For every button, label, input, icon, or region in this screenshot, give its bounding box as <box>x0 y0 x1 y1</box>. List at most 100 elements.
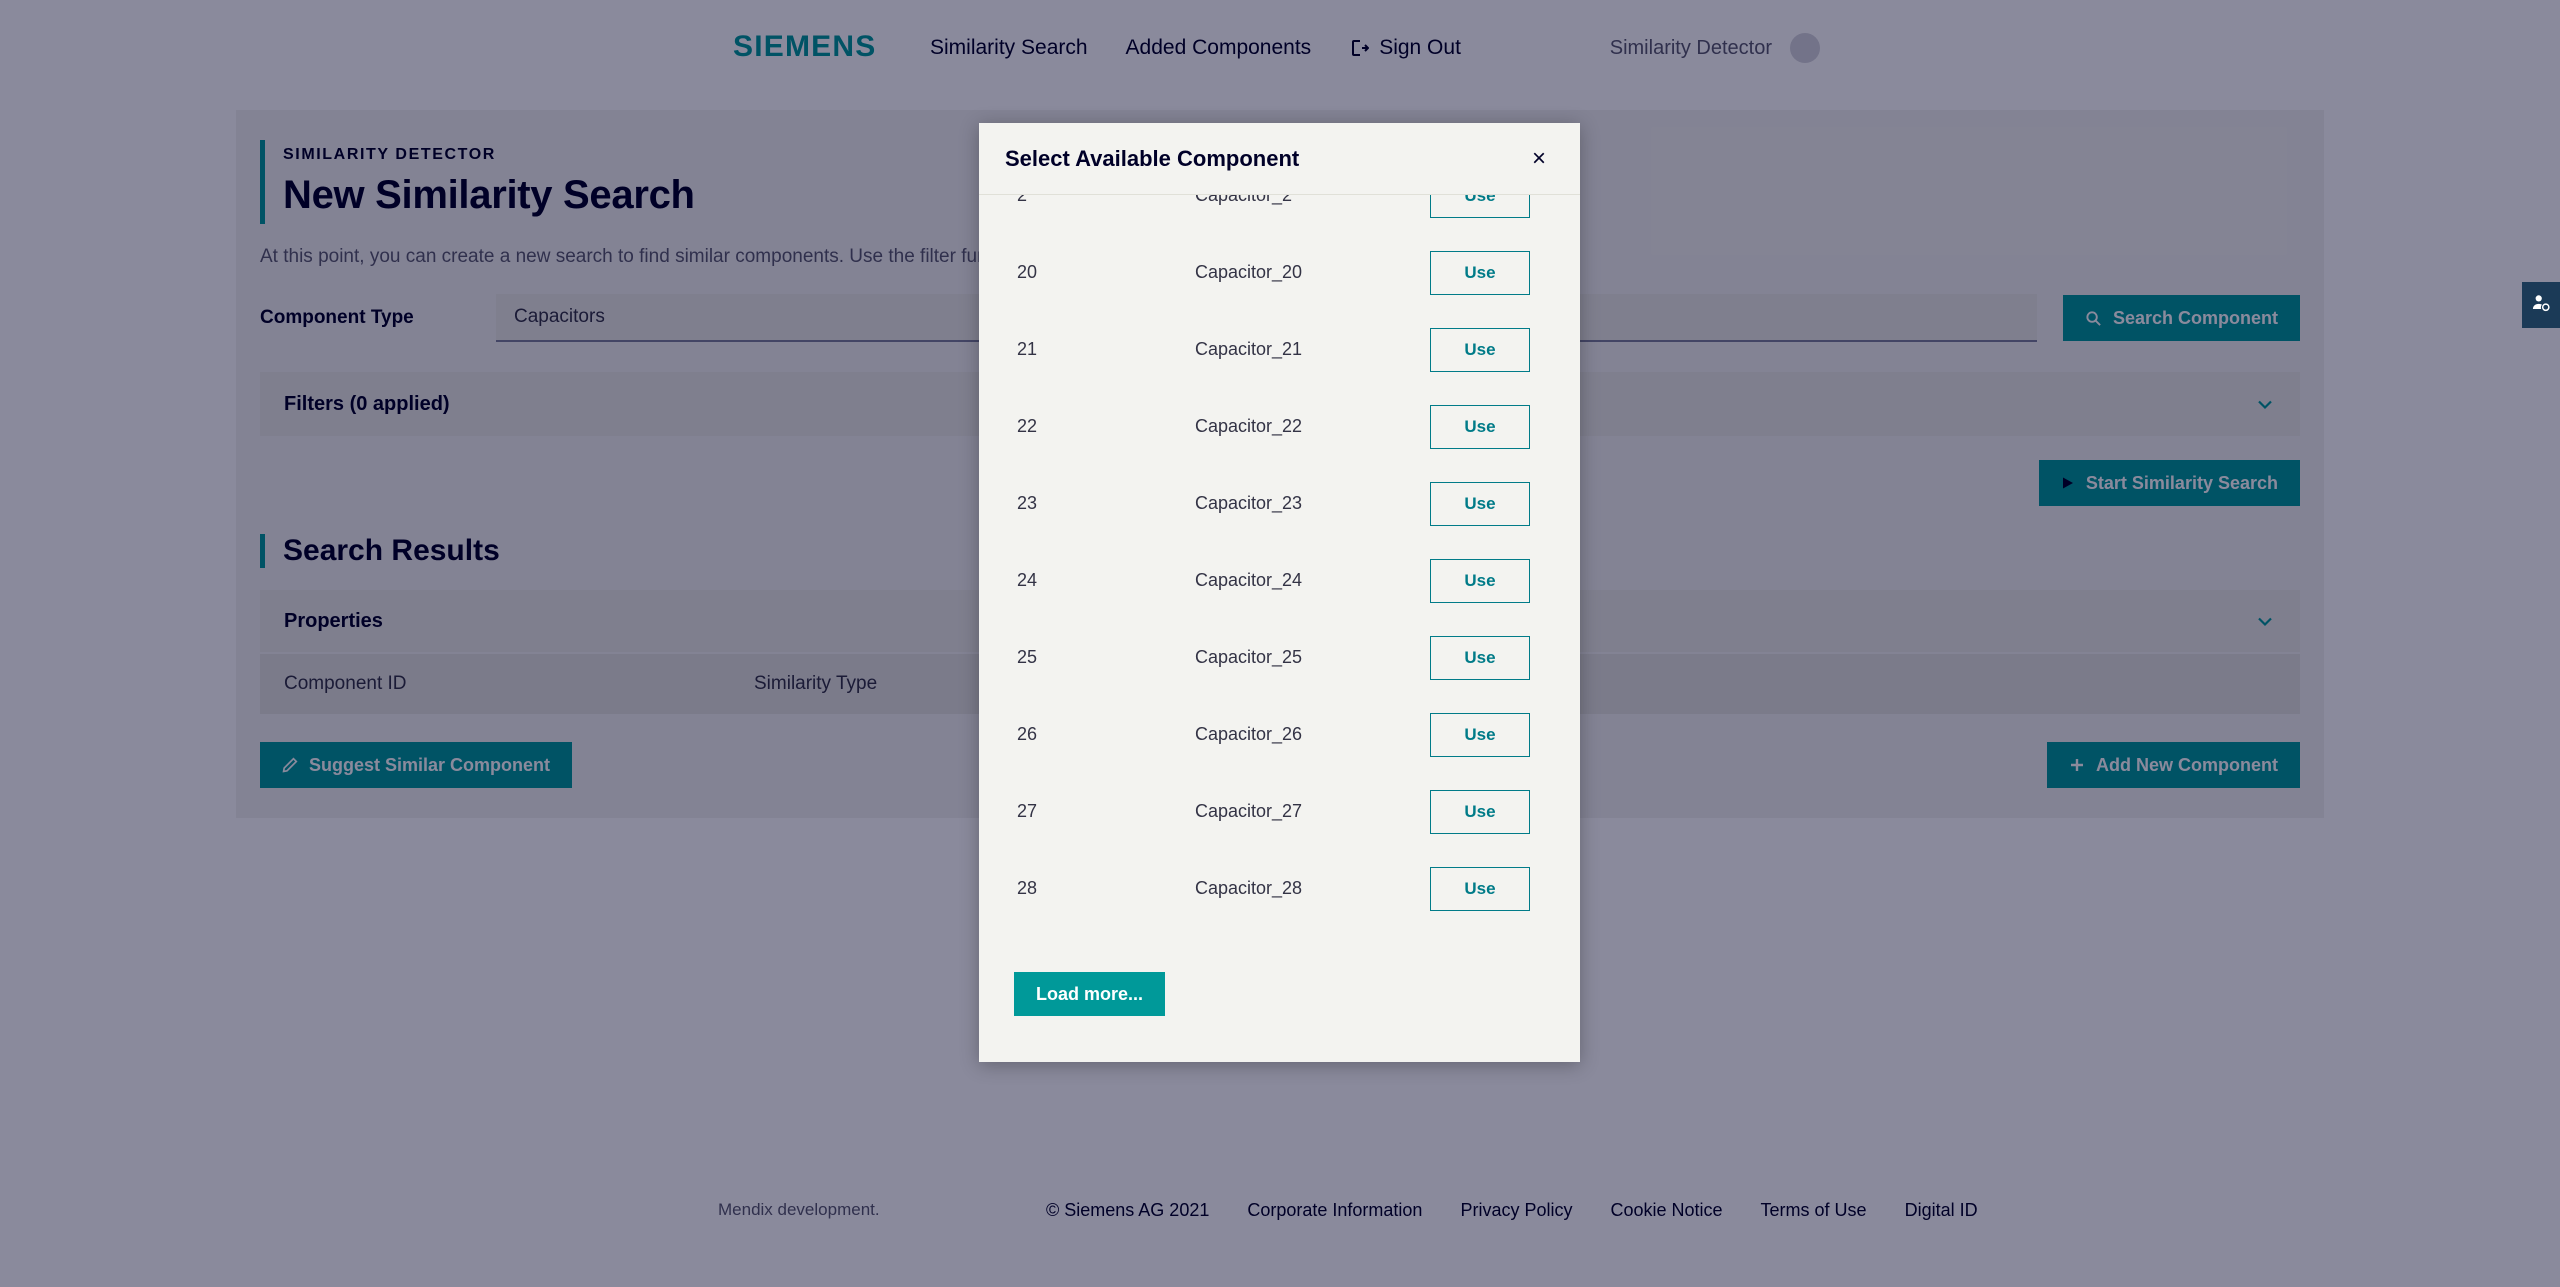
footer-links: © Siemens AG 2021 Corporate Information … <box>1046 1200 1978 1221</box>
component-id: 26 <box>1017 724 1038 744</box>
search-icon <box>2085 310 2102 327</box>
sign-out-icon <box>1349 38 1370 58</box>
start-similarity-search-button[interactable]: Start Similarity Search <box>2038 460 2300 506</box>
component-name: Capacitor_23 <box>1195 493 1303 513</box>
footer-copyright: © Siemens AG 2021 <box>1046 1199 1210 1220</box>
use-button[interactable]: Use <box>1430 195 1530 218</box>
component-id: 23 <box>1017 493 1038 513</box>
footer-link-digital-id[interactable]: Digital ID <box>1905 1200 1978 1221</box>
component-id: 27 <box>1017 801 1038 821</box>
use-button[interactable]: Use <box>1430 712 1530 757</box>
component-id: 2 <box>1017 195 1028 205</box>
component-id: 28 <box>1017 878 1038 898</box>
component-row: 20 Capacitor_20 Use <box>979 234 1580 311</box>
add-new-component-button[interactable]: Add New Component <box>2047 742 2300 788</box>
pencil-icon <box>282 757 298 773</box>
use-button[interactable]: Use <box>1430 866 1530 911</box>
component-row: 22 Capacitor_22 Use <box>979 388 1580 465</box>
footer-link-corporate-information[interactable]: Corporate Information <box>1247 1200 1422 1221</box>
component-action-cell: Use <box>1430 712 1580 757</box>
component-id: 21 <box>1017 339 1038 359</box>
component-id: 22 <box>1017 416 1038 436</box>
column-header-similarity-type: Similarity Type <box>754 673 878 694</box>
nav-item-similarity-search[interactable]: Similarity Search <box>930 36 1088 60</box>
nav-item-label: Added Components <box>1125 36 1312 59</box>
chevron-down-icon[interactable] <box>2254 610 2276 632</box>
nav-item-label: Similarity Search <box>930 36 1088 59</box>
suggest-similar-component-button[interactable]: Suggest Similar Component <box>260 742 573 788</box>
nav-item-sign-out[interactable]: Sign Out <box>1349 36 1461 60</box>
start-similarity-search-label: Start Similarity Search <box>2085 472 2278 493</box>
component-type-label: Component Type <box>260 307 414 328</box>
plus-icon <box>2069 757 2085 773</box>
modal-header: Select Available Component × <box>979 123 1580 195</box>
footer-link-cookie-notice[interactable]: Cookie Notice <box>1610 1200 1722 1221</box>
component-row: 28 Capacitor_28 Use <box>979 850 1580 927</box>
component-row: 21 Capacitor_21 Use <box>979 311 1580 388</box>
footer-link-terms-of-use[interactable]: Terms of Use <box>1761 1200 1867 1221</box>
add-new-component-label: Add New Component <box>2096 754 2278 775</box>
user-settings-icon <box>2530 292 2552 319</box>
search-component-button[interactable]: Search Component <box>2062 295 2300 341</box>
user-settings-tab[interactable] <box>2522 282 2560 328</box>
use-button[interactable]: Use <box>1430 327 1530 372</box>
component-action-cell: Use <box>1430 404 1580 449</box>
component-name: Capacitor_28 <box>1195 878 1303 898</box>
component-action-cell: Use <box>1430 250 1580 295</box>
use-button[interactable]: Use <box>1430 250 1530 295</box>
component-action-cell: Use <box>1430 558 1580 603</box>
chevron-down-icon[interactable] <box>2254 393 2276 415</box>
footer-link-privacy-policy[interactable]: Privacy Policy <box>1460 1200 1572 1221</box>
component-action-cell: Use <box>1430 481 1580 526</box>
use-button[interactable]: Use <box>1430 789 1530 834</box>
component-name: Capacitor_26 <box>1195 724 1303 744</box>
component-id: 25 <box>1017 647 1038 667</box>
siemens-logo: SIEMENS <box>733 30 877 63</box>
account-name: Similarity Detector <box>1609 36 1772 59</box>
component-row: 2 Capacitor_2 Use <box>979 195 1580 234</box>
component-action-cell: Use <box>1430 195 1580 218</box>
component-row: 23 Capacitor_23 Use <box>979 465 1580 542</box>
component-list: 2 Capacitor_2 Use 20 Capacitor_20 Use 21 Capaci… <box>979 195 1580 927</box>
nav-item-added-components[interactable]: Added Components <box>1126 36 1312 60</box>
avatar[interactable] <box>1790 33 1820 63</box>
component-id: 24 <box>1017 570 1038 590</box>
use-button[interactable]: Use <box>1430 635 1530 680</box>
component-name: Capacitor_24 <box>1195 570 1303 590</box>
modal-title: Select Available Component <box>1005 145 1300 171</box>
component-name: Capacitor_20 <box>1195 262 1303 282</box>
search-component-label: Search Component <box>2112 307 2278 328</box>
filters-title: Filters (0 applied) <box>284 392 450 415</box>
nav-item-label: Sign Out <box>1379 36 1461 59</box>
component-name: Capacitor_2 <box>1195 195 1293 205</box>
component-row: 24 Capacitor_24 Use <box>979 542 1580 619</box>
modal-body[interactable]: 2 Capacitor_2 Use 20 Capacitor_20 Use 21 Capaci… <box>979 195 1580 962</box>
account-area[interactable]: Similarity Detector <box>1610 33 1820 63</box>
footer-note: Mendix development. <box>718 1200 880 1219</box>
close-icon[interactable]: × <box>1526 143 1552 175</box>
play-icon <box>2061 476 2075 490</box>
use-button[interactable]: Use <box>1430 481 1530 526</box>
load-more-button[interactable]: Load more... <box>1014 972 1166 1016</box>
column-header-component-id: Component ID <box>284 673 407 694</box>
component-action-cell: Use <box>1430 635 1580 680</box>
component-action-cell: Use <box>1430 789 1580 834</box>
component-action-cell: Use <box>1430 327 1580 372</box>
use-button[interactable]: Use <box>1430 404 1530 449</box>
component-name: Capacitor_27 <box>1195 801 1303 821</box>
component-row: 26 Capacitor_26 Use <box>979 696 1580 773</box>
use-button[interactable]: Use <box>1430 558 1530 603</box>
properties-title: Properties <box>284 609 383 632</box>
component-row: 27 Capacitor_27 Use <box>979 773 1580 850</box>
select-available-component-modal: Select Available Component × 2 Capacitor_… <box>979 123 1580 1062</box>
modal-footer: Load more... <box>979 962 1580 1062</box>
component-name: Capacitor_21 <box>1195 339 1303 359</box>
component-name: Capacitor_25 <box>1195 647 1303 667</box>
suggest-similar-component-label: Suggest Similar Component <box>309 754 551 775</box>
component-row: 25 Capacitor_25 Use <box>979 619 1580 696</box>
component-id: 20 <box>1017 262 1038 282</box>
top-navigation-bar: SIEMENS Similarity Search Added Componen… <box>0 0 2560 100</box>
component-action-cell: Use <box>1430 866 1580 911</box>
main-nav: Similarity Search Added Components Sign … <box>930 36 1461 60</box>
component-name: Capacitor_22 <box>1195 416 1303 436</box>
